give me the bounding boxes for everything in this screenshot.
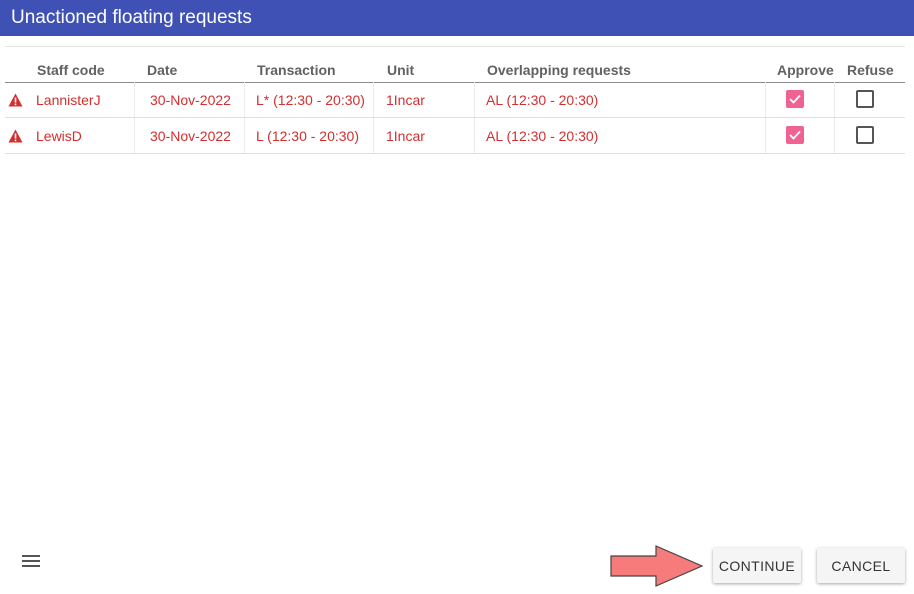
header-refuse: Refuse (847, 62, 894, 78)
header-transaction[interactable]: Transaction (257, 62, 336, 78)
column-separator (373, 82, 374, 117)
header-date[interactable]: Date (147, 62, 177, 78)
divider (5, 46, 905, 47)
column-separator (834, 118, 835, 153)
checkmark-icon (789, 130, 801, 140)
warning-icon (8, 93, 23, 107)
continue-button[interactable]: CONTINUE (713, 548, 801, 583)
unit-cell: 1Incar (386, 92, 425, 108)
date-cell: 30-Nov-2022 (150, 128, 231, 144)
header-approve: Approve (777, 62, 834, 78)
table-row[interactable]: LannisterJ 30-Nov-2022 L* (12:30 - 20:30… (5, 82, 905, 118)
approve-checkbox[interactable] (786, 126, 804, 144)
column-separator (765, 118, 766, 153)
transaction-cell: L (12:30 - 20:30) (256, 128, 359, 144)
date-cell: 30-Nov-2022 (150, 92, 231, 108)
column-separator (834, 82, 835, 117)
header-unit[interactable]: Unit (387, 62, 414, 78)
table-header: Staff code Date Transaction Unit Overlap… (5, 59, 905, 83)
transaction-cell: L* (12:30 - 20:30) (256, 92, 365, 108)
cancel-button[interactable]: CANCEL (817, 548, 905, 583)
column-separator (244, 82, 245, 117)
unit-cell: 1Incar (386, 128, 425, 144)
refuse-checkbox[interactable] (856, 90, 874, 108)
warning-icon (8, 129, 23, 143)
hamburger-menu-icon[interactable] (21, 553, 41, 569)
staff-code-cell: LewisD (36, 128, 82, 144)
header-overlapping-requests[interactable]: Overlapping requests (487, 62, 631, 78)
refuse-checkbox[interactable] (856, 126, 874, 144)
column-separator (373, 118, 374, 153)
checkmark-icon (789, 94, 801, 104)
column-separator (765, 82, 766, 117)
staff-code-cell: LannisterJ (36, 92, 101, 108)
overlapping-requests-cell: AL (12:30 - 20:30) (486, 92, 599, 108)
overlapping-requests-cell: AL (12:30 - 20:30) (486, 128, 599, 144)
column-separator (474, 82, 475, 117)
annotation-arrow-icon (610, 545, 704, 587)
column-separator (134, 118, 135, 153)
column-separator (134, 82, 135, 117)
approve-checkbox[interactable] (786, 90, 804, 108)
table-row[interactable]: LewisD 30-Nov-2022 L (12:30 - 20:30) 1In… (5, 118, 905, 154)
column-separator (474, 118, 475, 153)
column-separator (244, 118, 245, 153)
dialog-title: Unactioned floating requests (11, 7, 252, 28)
header-staff-code[interactable]: Staff code (37, 62, 105, 78)
dialog-titlebar: Unactioned floating requests (0, 0, 914, 36)
